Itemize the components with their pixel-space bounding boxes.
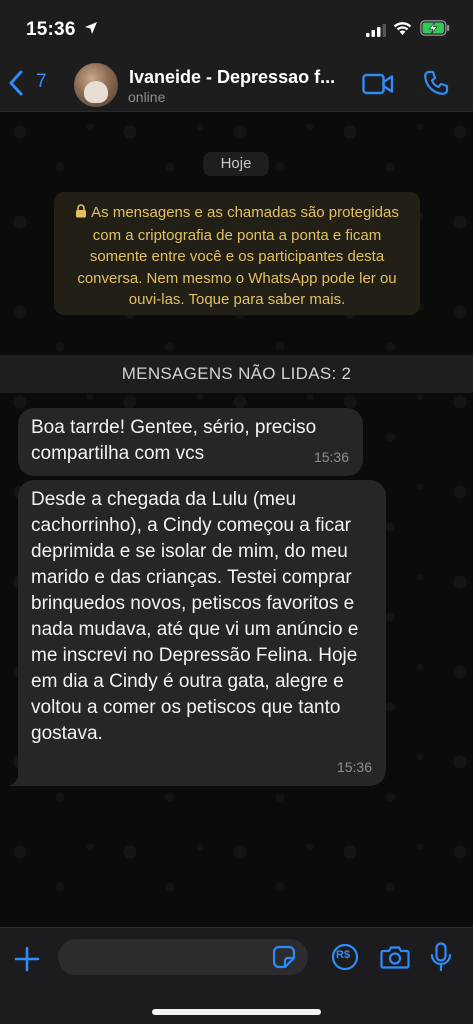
wifi-icon: [393, 21, 412, 41]
lock-icon: [75, 203, 87, 225]
contact-status: online: [128, 89, 166, 105]
unread-chats-count: 7: [36, 71, 47, 92]
unread-messages-banner: MENSAGENS NÃO LIDAS: 2: [0, 355, 473, 393]
message-bubble[interactable]: Desde a chegada da Lulu (meu cachorrinho…: [18, 480, 386, 786]
camera-button[interactable]: [380, 944, 410, 975]
bubble-tail: [8, 768, 26, 786]
cellular-signal-icon: [366, 24, 386, 42]
microphone-icon: [430, 942, 452, 972]
status-time: 15:36: [26, 19, 76, 40]
contact-name[interactable]: Ivaneide - Depressao f...: [129, 67, 354, 88]
chat-header: 7 Ivaneide - Depressao f... online: [0, 58, 473, 112]
home-indicator[interactable]: [152, 1009, 321, 1015]
battery-charging-icon: [420, 20, 450, 41]
status-bar: 15:36: [0, 0, 473, 58]
chat-area[interactable]: Hoje As mensagens e as chamadas são prot…: [0, 112, 473, 927]
message-text: Desde a chegada da Lulu (meu cachorrinho…: [31, 489, 359, 744]
video-call-button[interactable]: [362, 72, 394, 101]
microphone-button[interactable]: [430, 942, 452, 977]
sticker-button[interactable]: [272, 945, 296, 974]
back-button[interactable]: 7: [8, 70, 52, 98]
message-text: Boa tarrde! Gentee, sério, preciso compa…: [31, 417, 317, 464]
plus-icon: [14, 946, 40, 972]
date-separator: Hoje: [203, 152, 269, 176]
chevron-left-icon: [9, 70, 23, 96]
input-bar: R$: [0, 927, 473, 1024]
voice-call-button[interactable]: [423, 70, 449, 101]
attach-button[interactable]: [14, 946, 40, 977]
payment-button[interactable]: R$: [331, 943, 359, 976]
avatar-photo: [84, 81, 108, 103]
video-camera-icon: [362, 73, 394, 95]
message-input[interactable]: [58, 939, 308, 975]
payment-label: R$: [336, 949, 351, 961]
sticker-icon: [272, 945, 296, 969]
camera-icon: [380, 946, 410, 969]
message-bubble[interactable]: Boa tarrde! Gentee, sério, preciso compa…: [18, 408, 363, 476]
avatar[interactable]: [74, 63, 118, 107]
phone-icon: [424, 70, 449, 95]
encryption-notice-text: As mensagens e as chamadas são protegida…: [77, 204, 399, 308]
location-arrow-icon: [84, 21, 98, 40]
encryption-notice[interactable]: As mensagens e as chamadas são protegida…: [54, 192, 420, 315]
message-time: 15:36: [313, 449, 349, 465]
message-time: 15:36: [336, 759, 372, 775]
